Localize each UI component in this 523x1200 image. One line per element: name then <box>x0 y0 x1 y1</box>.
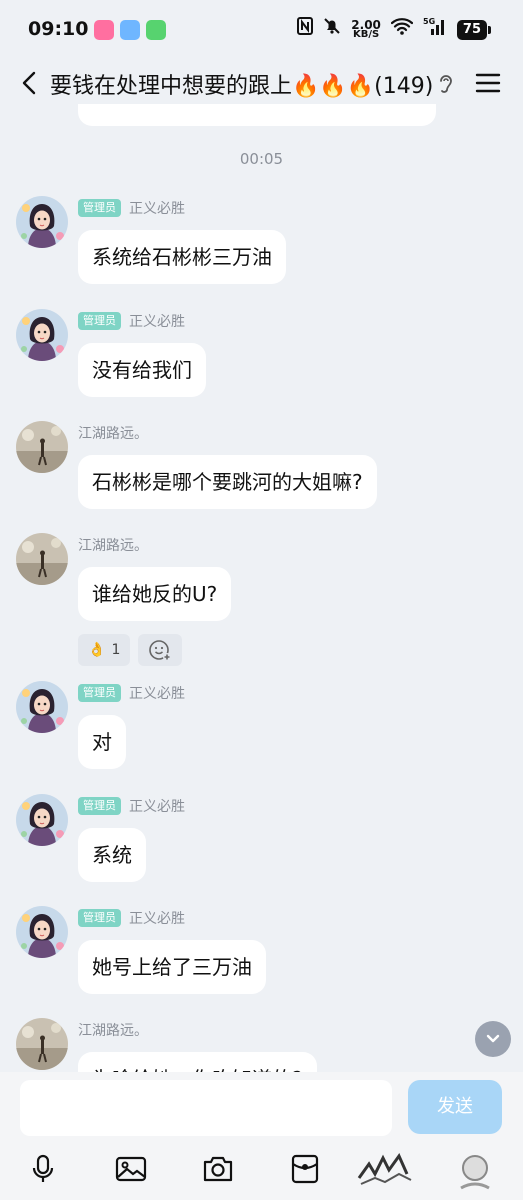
avatar[interactable] <box>16 309 68 361</box>
back-icon[interactable] <box>16 68 46 98</box>
menu-icon[interactable] <box>475 70 501 96</box>
reaction-count: 1 <box>111 642 121 658</box>
reaction-ok[interactable]: 👌 1 <box>78 634 131 666</box>
avatar[interactable] <box>16 681 68 733</box>
admin-badge: 管理员 <box>78 684 121 702</box>
avatar[interactable] <box>16 196 68 248</box>
sender-name: 正义必胜 <box>129 686 185 702</box>
notification-icons <box>94 20 166 40</box>
signal-icon: 5G <box>423 16 447 43</box>
composer: 发送 <box>0 1072 523 1200</box>
weather-app-icon <box>120 20 140 40</box>
red-packet-icon[interactable] <box>288 1152 322 1186</box>
avatar[interactable] <box>16 906 68 958</box>
message-bubble[interactable]: 她号上给了三万油 <box>78 940 266 994</box>
message-bubble[interactable]: 谁给她反的U? <box>78 567 232 621</box>
message-bubble[interactable]: 系统给石彬彬三万油 <box>78 230 286 284</box>
sender-name: 正义必胜 <box>129 911 185 927</box>
camera-icon[interactable] <box>201 1152 235 1186</box>
admin-badge: 管理员 <box>78 312 121 330</box>
avatar[interactable] <box>16 794 68 846</box>
add-emoji-icon <box>149 640 172 661</box>
chevron-down-icon <box>486 1034 500 1043</box>
group-title: 要钱在处理中想要的跟上🔥🔥🔥(149) <box>50 74 434 99</box>
microphone-icon[interactable] <box>26 1152 60 1186</box>
status-time: 09:10 <box>28 18 89 40</box>
message-bubble[interactable]: 对 <box>78 715 126 769</box>
svg-text:5G: 5G <box>423 17 435 26</box>
admin-badge: 管理员 <box>78 199 121 217</box>
admin-badge: 管理员 <box>78 797 121 815</box>
previous-message-bubble <box>78 104 436 126</box>
sender-name: 江湖路远。 <box>78 1023 148 1039</box>
avatar[interactable] <box>16 1018 68 1070</box>
ok-hand-icon: 👌 <box>88 642 106 658</box>
status-bar: 09:10 2.00 KB/S 5G 75 <box>0 0 523 60</box>
sticker-thumbnail[interactable] <box>355 1148 415 1194</box>
sender-name: 江湖路远。 <box>78 426 148 442</box>
sticker-thumbnail[interactable] <box>445 1148 505 1194</box>
sender-name: 正义必胜 <box>129 314 185 330</box>
message-bubble[interactable]: 系统 <box>78 828 146 882</box>
message-bubble[interactable]: 石彬彬是哪个要跳河的大姐嘛? <box>78 455 377 509</box>
message-app-icon <box>146 20 166 40</box>
composer-toolbar <box>0 1148 523 1194</box>
send-button[interactable]: 发送 <box>408 1080 502 1134</box>
ear-icon[interactable] <box>436 72 456 96</box>
message-timestamp: 00:05 <box>239 150 284 168</box>
add-reaction-button[interactable] <box>138 634 183 666</box>
app-notification-icon <box>94 20 114 40</box>
admin-badge: 管理员 <box>78 909 121 927</box>
battery-indicator: 75 <box>456 19 492 40</box>
avatar[interactable] <box>16 533 68 585</box>
sender-name: 正义必胜 <box>129 799 185 815</box>
message-bubble[interactable]: 没有给我们 <box>78 343 206 397</box>
mute-bell-icon <box>323 17 341 42</box>
message-reactions: 👌 1 <box>78 634 183 666</box>
chat-header: 要钱在处理中想要的跟上🔥🔥🔥(149) <box>0 60 523 108</box>
message-input[interactable] <box>20 1080 392 1136</box>
avatar[interactable] <box>16 421 68 473</box>
net-speed: 2.00 KB/S <box>351 17 381 40</box>
sender-name: 江湖路远。 <box>78 538 148 554</box>
scroll-to-bottom-button[interactable] <box>475 1021 511 1057</box>
sender-name: 正义必胜 <box>129 201 185 217</box>
image-icon[interactable] <box>114 1152 148 1186</box>
nfc-icon <box>297 17 314 42</box>
wifi-icon <box>390 17 414 42</box>
